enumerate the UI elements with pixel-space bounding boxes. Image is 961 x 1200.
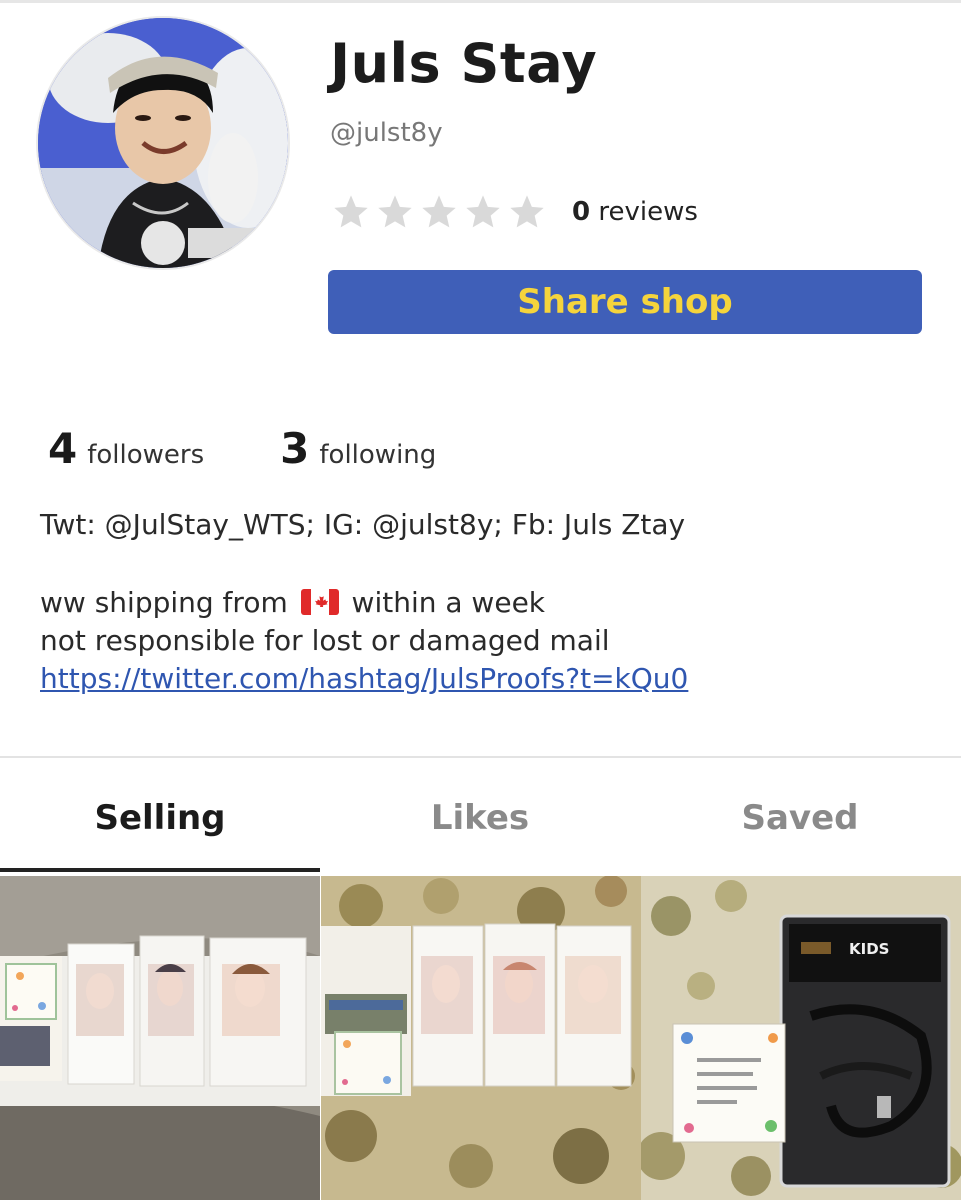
package-label: KIDS: [849, 940, 889, 958]
star-icon: [330, 192, 374, 232]
reviews-link[interactable]: 0 reviews: [572, 197, 698, 227]
avatar[interactable]: [38, 18, 288, 268]
tab-likes[interactable]: Likes: [320, 790, 640, 850]
listings-grid: KIDS: [0, 876, 961, 1200]
shop-handle: @julst8y: [330, 118, 443, 148]
section-divider: [0, 756, 961, 758]
listing-photo: [0, 876, 320, 1200]
star-icon: [462, 192, 506, 232]
reviews-label: reviews: [598, 197, 698, 227]
bio-shipping-post: within a week: [351, 586, 546, 619]
tab-selling[interactable]: Selling: [0, 790, 320, 850]
bio-link[interactable]: https://twitter.com/hashtag/JulsProofs?t…: [40, 662, 688, 695]
rating: 0 reviews: [330, 192, 698, 232]
profile-tabs: Selling Likes Saved: [0, 790, 961, 870]
listing-tile[interactable]: [0, 876, 320, 1200]
following-label: following: [319, 440, 437, 470]
tab-saved[interactable]: Saved: [640, 790, 960, 850]
shop-name: Juls Stay: [330, 32, 598, 95]
top-divider: [0, 0, 961, 3]
followers-count: 4: [48, 424, 78, 473]
bio-line-disclaimer: not responsible for lost or damaged mail: [40, 624, 610, 657]
avatar-photo: [38, 18, 288, 268]
star-icon: [418, 192, 462, 232]
star-icon: [506, 192, 550, 232]
share-shop-label: Share shop: [517, 282, 733, 322]
listing-photo: [320, 876, 641, 1200]
followers-label: followers: [87, 440, 205, 470]
following-count: 3: [280, 424, 310, 473]
bio-shipping-pre: ww shipping from: [40, 586, 288, 619]
listing-tile[interactable]: KIDS: [641, 876, 961, 1200]
shop-bio: Twt: @JulStay_WTS; IG: @julst8y; Fb: Jul…: [40, 506, 940, 698]
bio-line-shipping: ww shipping from within a week: [40, 584, 940, 622]
active-tab-indicator: [0, 868, 320, 872]
rating-stars: [330, 192, 550, 232]
reviews-count: 0: [572, 197, 591, 227]
bio-line-socials: Twt: @JulStay_WTS; IG: @julst8y; Fb: Jul…: [40, 508, 686, 541]
following-stat[interactable]: 3 following: [280, 424, 436, 473]
canada-flag-icon: [300, 587, 339, 615]
star-icon: [374, 192, 418, 232]
followers-stat[interactable]: 4 followers: [48, 424, 204, 473]
share-shop-button[interactable]: Share shop: [328, 270, 922, 334]
listing-tile[interactable]: [320, 876, 641, 1200]
listing-photo: KIDS: [641, 876, 961, 1200]
follow-stats: 4 followers 3 following: [48, 424, 512, 473]
